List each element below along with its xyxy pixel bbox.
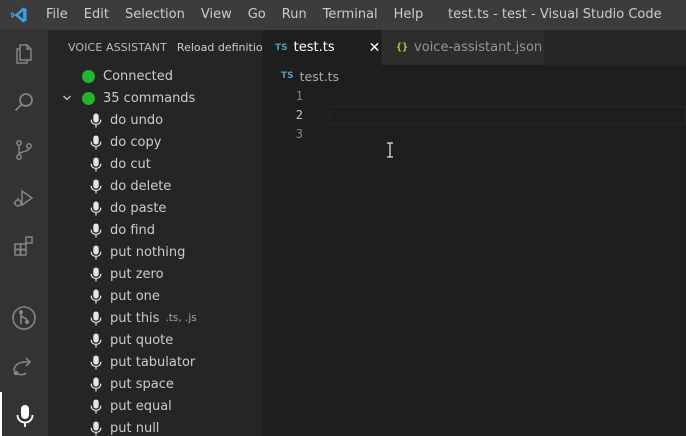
microphone-icon [90, 135, 102, 149]
menu-go[interactable]: Go [240, 0, 274, 30]
menu-file[interactable]: File [38, 0, 76, 30]
command-description: .ts, .js [165, 312, 197, 324]
source-control-icon[interactable] [0, 126, 48, 174]
menu-bar: File Edit Selection View Go Run Terminal… [38, 0, 431, 30]
microphone-icon [90, 333, 102, 347]
window-title: test.ts - test - Visual Studio Code [448, 7, 662, 22]
chevron-down-icon [63, 95, 71, 101]
command-item[interactable]: put null [48, 417, 263, 436]
menu-terminal[interactable]: Terminal [315, 0, 386, 30]
voice-assistant-sidebar: VOICE ASSISTANT Reload definition Connec… [48, 30, 263, 436]
command-label: put quote [110, 332, 174, 348]
commands-group-label: 35 commands [103, 90, 196, 106]
command-label: put space [110, 376, 174, 392]
status-label: Connected [103, 68, 174, 84]
breadcrumb-file[interactable]: test.ts [300, 69, 339, 84]
group-status-dot-icon [82, 91, 95, 105]
command-item[interactable]: do find [48, 219, 263, 241]
microphone-icon [90, 201, 102, 215]
typescript-file-icon: TS [281, 71, 294, 81]
command-item[interactable]: put equal [48, 395, 263, 417]
command-label: put null [110, 420, 160, 436]
editor-line[interactable]: 2 [263, 106, 686, 125]
git-graph-icon[interactable] [0, 294, 48, 342]
menu-selection[interactable]: Selection [117, 0, 193, 30]
command-item[interactable]: put nothing [48, 241, 263, 263]
tab-label: voice-assistant.json [414, 40, 543, 55]
vscode-logo-icon [4, 0, 34, 30]
commands-group-row[interactable]: 35 commands [48, 87, 263, 109]
menu-run[interactable]: Run [274, 0, 315, 30]
command-item[interactable]: put tabulator [48, 351, 263, 373]
sidebar-header: VOICE ASSISTANT Reload definition [48, 30, 263, 65]
command-label: do copy [110, 134, 162, 150]
command-item[interactable]: do cut [48, 153, 263, 175]
command-label: do find [110, 222, 156, 238]
tab-voice-assistant-json[interactable]: {} voice-assistant.json [382, 30, 544, 65]
reload-definition-button[interactable]: Reload definition [177, 41, 263, 54]
command-item[interactable]: put this .ts, .js [48, 307, 263, 329]
code-editor[interactable]: 1 2 3 [263, 87, 686, 436]
microphone-icon [90, 377, 102, 391]
microphone-icon [90, 355, 102, 369]
microphone-icon [90, 421, 102, 435]
command-item[interactable]: do delete [48, 175, 263, 197]
activity-bar [0, 30, 48, 436]
menu-help[interactable]: Help [386, 0, 432, 30]
title-bar: File Edit Selection View Go Run Terminal… [0, 0, 686, 30]
sidebar-title: VOICE ASSISTANT [68, 41, 167, 54]
command-label: do paste [110, 200, 167, 216]
microphone-icon [90, 223, 102, 237]
microphone-icon [90, 267, 102, 281]
command-item[interactable]: put quote [48, 329, 263, 351]
command-item[interactable]: put space [48, 373, 263, 395]
command-label: put tabulator [110, 354, 196, 370]
microphone-icon [90, 179, 102, 193]
command-label: do delete [110, 178, 172, 194]
microphone-icon [90, 311, 102, 325]
status-dot-icon [82, 69, 95, 83]
command-label: do cut [110, 156, 151, 172]
command-label: put this [110, 310, 160, 326]
microphone-icon [90, 157, 102, 171]
current-line-highlight [329, 106, 686, 125]
microphone-icon [90, 245, 102, 259]
command-label: put zero [110, 266, 164, 282]
microphone-icon[interactable] [0, 392, 48, 436]
command-item[interactable]: do undo [48, 109, 263, 131]
explorer-icon[interactable] [0, 30, 48, 78]
tab-test-ts[interactable]: TS test.ts ✕ [263, 30, 381, 65]
typescript-file-icon: TS [275, 42, 288, 53]
menu-edit[interactable]: Edit [76, 0, 117, 30]
microphone-icon [90, 113, 102, 127]
editor-line[interactable]: 1 [263, 87, 686, 106]
run-debug-icon[interactable] [0, 174, 48, 222]
command-label: put equal [110, 398, 172, 414]
microphone-icon [90, 289, 102, 303]
line-number: 1 [295, 89, 303, 103]
command-label: put nothing [110, 244, 186, 260]
extensions-icon[interactable] [0, 222, 48, 270]
text-cursor-icon [387, 142, 393, 158]
tab-label: test.ts [293, 40, 335, 55]
editor-tabs: TS test.ts ✕ {} voice-assistant.json [263, 30, 686, 65]
close-icon[interactable]: ✕ [369, 40, 381, 56]
breadcrumb: TS test.ts [263, 65, 686, 87]
command-label: put one [110, 288, 160, 304]
search-icon[interactable] [0, 78, 48, 126]
editor-line[interactable]: 3 [263, 125, 686, 144]
command-item[interactable]: put zero [48, 263, 263, 285]
command-item[interactable]: do copy [48, 131, 263, 153]
command-item[interactable]: put one [48, 285, 263, 307]
microphone-icon [90, 399, 102, 413]
remote-share-icon[interactable] [0, 342, 48, 390]
command-label: do undo [110, 112, 164, 128]
command-item[interactable]: do paste [48, 197, 263, 219]
json-file-icon: {} [396, 42, 409, 53]
status-row[interactable]: Connected [48, 65, 263, 87]
line-number: 3 [295, 127, 303, 141]
line-number: 2 [295, 108, 303, 122]
menu-view[interactable]: View [193, 0, 240, 30]
